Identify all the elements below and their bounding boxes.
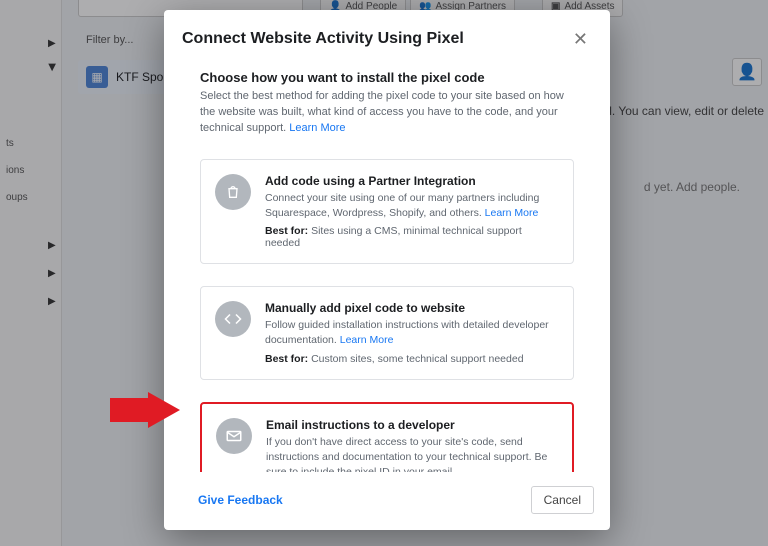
option-description: Connect your site using one of our many …	[265, 191, 557, 221]
option-title: Manually add pixel code to website	[265, 301, 557, 315]
learn-more-link[interactable]: Learn More	[485, 207, 539, 219]
learn-more-link[interactable]: Learn More	[289, 122, 345, 134]
cancel-button[interactable]: Cancel	[531, 486, 594, 514]
modal-body: Choose how you want to install the pixel…	[164, 64, 610, 472]
modal-footer: Give Feedback Cancel	[164, 472, 610, 530]
close-icon: ✕	[573, 29, 588, 49]
shopping-bag-icon	[215, 174, 251, 210]
close-button[interactable]: ✕	[569, 26, 592, 52]
option-desc-text: Follow guided installation instructions …	[265, 319, 549, 346]
option-description: Follow guided installation instructions …	[265, 318, 557, 348]
give-feedback-link[interactable]: Give Feedback	[180, 493, 283, 507]
option-body: Email instructions to a developer If you…	[266, 418, 556, 472]
learn-more-link[interactable]: Learn More	[340, 334, 394, 346]
best-for-text: Custom sites, some technical support nee…	[311, 353, 523, 365]
pixel-install-modal: Connect Website Activity Using Pixel ✕ C…	[164, 10, 610, 530]
option-title: Add code using a Partner Integration	[265, 174, 557, 188]
code-icon	[215, 301, 251, 337]
best-for-label: Best for:	[265, 225, 308, 237]
modal-header: Connect Website Activity Using Pixel ✕	[164, 10, 610, 64]
best-for-label: Best for:	[265, 353, 308, 365]
option-manual-code[interactable]: Manually add pixel code to website Follo…	[200, 286, 574, 379]
option-body: Add code using a Partner Integration Con…	[265, 174, 557, 249]
option-title: Email instructions to a developer	[266, 418, 556, 432]
option-description: If you don't have direct access to your …	[266, 435, 556, 472]
modal-title: Connect Website Activity Using Pixel	[182, 30, 464, 48]
lead-description: Select the best method for adding the pi…	[200, 89, 574, 137]
mail-icon	[216, 418, 252, 454]
option-best-for: Best for: Custom sites, some technical s…	[265, 353, 557, 365]
option-partner-integration[interactable]: Add code using a Partner Integration Con…	[200, 159, 574, 264]
option-email-developer[interactable]: Email instructions to a developer If you…	[200, 402, 574, 472]
lead-title: Choose how you want to install the pixel…	[200, 70, 574, 85]
lead-desc-text: Select the best method for adding the pi…	[200, 90, 564, 134]
option-best-for: Best for: Sites using a CMS, minimal tec…	[265, 225, 557, 249]
option-body: Manually add pixel code to website Follo…	[265, 301, 557, 364]
